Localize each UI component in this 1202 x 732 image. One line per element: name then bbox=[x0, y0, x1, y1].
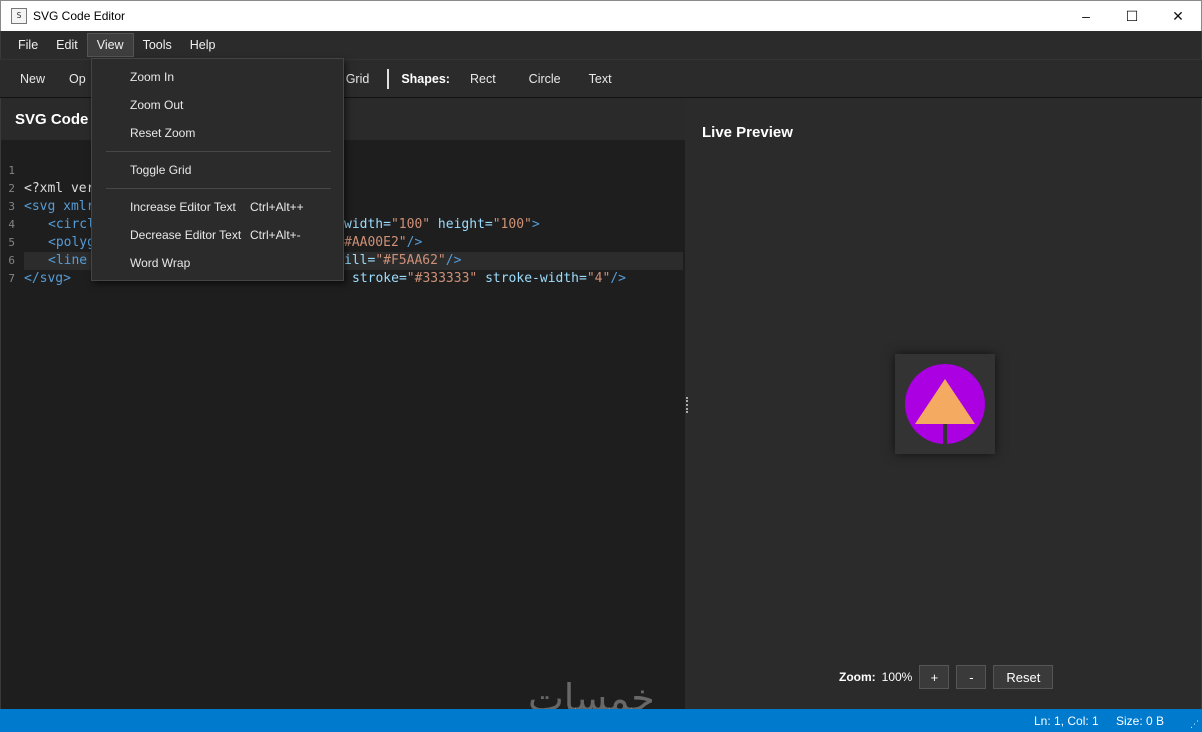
zoom-label: Zoom: bbox=[839, 670, 876, 684]
line-number: 7 bbox=[8, 272, 15, 285]
text-button[interactable]: Text bbox=[583, 66, 624, 92]
preview-title: Live Preview bbox=[702, 124, 793, 141]
status-bar: Ln: 1, Col: 1 Size: 0 B ⋰ bbox=[0, 709, 1202, 732]
menu-bar: File Edit View Tools Help bbox=[0, 31, 1202, 59]
file-size: Size: 0 B bbox=[1116, 714, 1165, 728]
menu-separator bbox=[106, 188, 331, 189]
new-button[interactable]: New bbox=[8, 66, 57, 92]
menu-separator bbox=[106, 151, 331, 152]
menu-edit[interactable]: Edit bbox=[47, 33, 87, 57]
window-controls: – ☐ ✕ bbox=[1063, 1, 1201, 31]
view-menu-dropdown: Zoom In Zoom Out Reset Zoom Toggle Grid … bbox=[91, 58, 344, 281]
menu-file[interactable]: File bbox=[9, 33, 47, 57]
resize-grip-icon[interactable]: ⋰ bbox=[1190, 720, 1200, 730]
window-title: SVG Code Editor bbox=[33, 9, 126, 23]
zoom-in-button[interactable]: + bbox=[919, 665, 950, 689]
title-bar: S SVG Code Editor – ☐ ✕ bbox=[0, 0, 1202, 31]
maximize-button[interactable]: ☐ bbox=[1109, 1, 1155, 31]
code-text: stroke="#333333" stroke-width="4"/> bbox=[352, 271, 626, 286]
splitter-grip-icon[interactable] bbox=[686, 397, 688, 413]
zoom-out-button[interactable]: - bbox=[956, 665, 987, 689]
menu-tools[interactable]: Tools bbox=[134, 33, 181, 57]
menu-view[interactable]: View bbox=[86, 33, 134, 57]
reset-zoom-button[interactable]: Reset bbox=[993, 665, 1054, 689]
menu-item-zoom-in[interactable]: Zoom In bbox=[92, 66, 343, 88]
menu-help[interactable]: Help bbox=[181, 33, 225, 57]
rect-button[interactable]: Rect bbox=[460, 66, 517, 92]
zoom-controls: Zoom: 100% + - Reset bbox=[839, 665, 1060, 689]
menu-item-decrease-editor-text[interactable]: Decrease Editor Text Ctrl+Alt+- bbox=[92, 224, 343, 246]
menu-item-increase-editor-text[interactable]: Increase Editor Text Ctrl+Alt++ bbox=[92, 196, 343, 218]
menu-item-reset-zoom[interactable]: Reset Zoom bbox=[92, 122, 343, 144]
preview-canvas bbox=[895, 354, 995, 454]
app-icon: S bbox=[11, 8, 27, 24]
editor-title: SVG Code bbox=[15, 110, 89, 128]
minimize-button[interactable]: – bbox=[1063, 1, 1109, 31]
shapes-label: Shapes: bbox=[401, 71, 450, 86]
menu-item-toggle-grid[interactable]: Toggle Grid bbox=[92, 159, 343, 181]
shortcut-text: Ctrl+Alt++ bbox=[250, 200, 304, 214]
menu-item-zoom-out[interactable]: Zoom Out bbox=[92, 94, 343, 116]
toolbar-separator bbox=[387, 68, 390, 89]
menu-item-word-wrap[interactable]: Word Wrap bbox=[92, 252, 343, 274]
cursor-position: Ln: 1, Col: 1 bbox=[1034, 714, 1099, 728]
zoom-value: 100% bbox=[881, 670, 913, 684]
shortcut-text: Ctrl+Alt+- bbox=[250, 228, 301, 242]
close-button[interactable]: ✕ bbox=[1155, 1, 1201, 31]
preview-svg bbox=[905, 364, 985, 444]
circle-button[interactable]: Circle bbox=[517, 66, 583, 92]
preview-pane: Live Preview Zoom: 100% + - Reset bbox=[689, 98, 1202, 709]
